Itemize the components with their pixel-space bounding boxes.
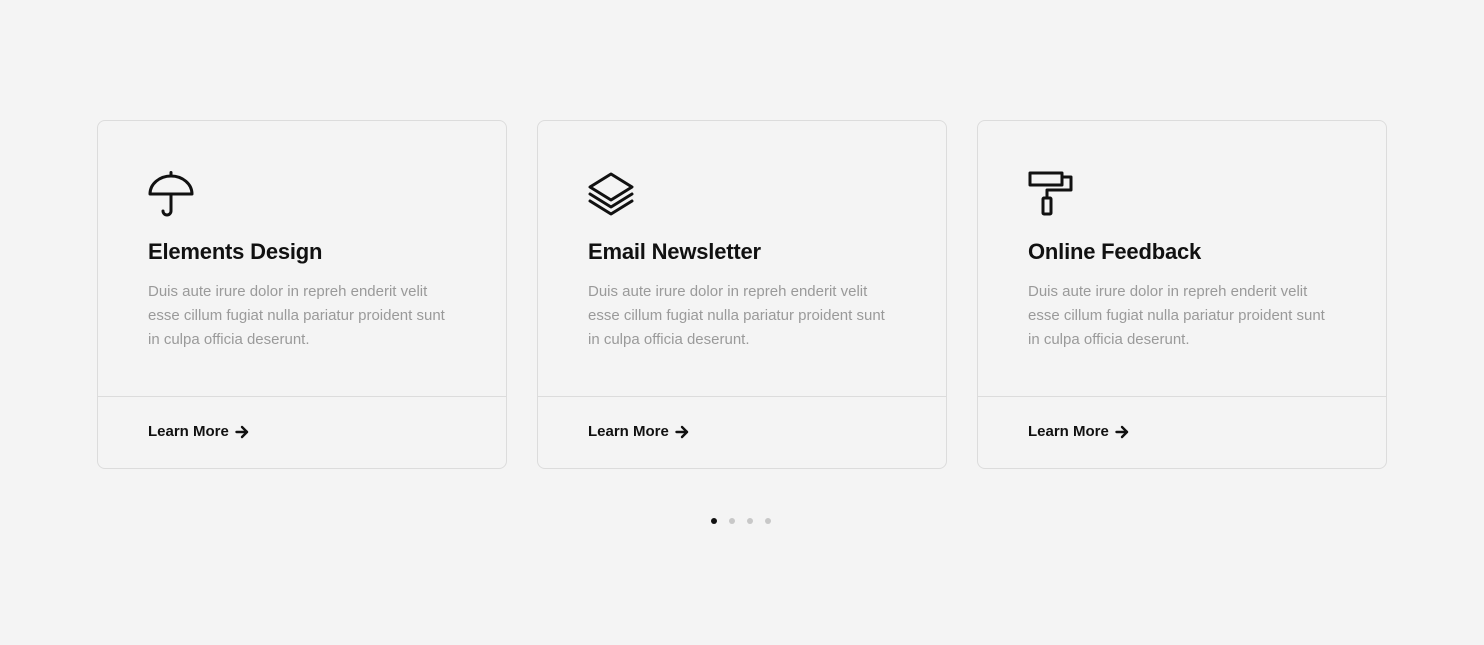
- card-title: Email Newsletter: [588, 239, 761, 264]
- paint-roller-icon: [1028, 171, 1074, 217]
- card-description: Duis aute irure dolor in repreh enderit …: [588, 283, 885, 348]
- learn-more-link[interactable]: Learn More: [1028, 423, 1129, 440]
- carousel-pagination: [711, 518, 771, 524]
- services-carousel: Elements Design Duis aute irure dolor in…: [97, 120, 1387, 469]
- pagination-dot[interactable]: [729, 518, 735, 524]
- arrow-right-icon: [1115, 425, 1129, 439]
- arrow-right-icon: [675, 425, 689, 439]
- card-title: Elements Design: [148, 239, 323, 264]
- arrow-right-icon: [235, 425, 249, 439]
- service-card: Online Feedback Duis aute irure dolor in…: [977, 120, 1387, 469]
- layers-icon: [588, 171, 634, 217]
- card-divider: [98, 396, 506, 397]
- learn-more-link[interactable]: Learn More: [588, 423, 689, 440]
- card-divider: [538, 396, 946, 397]
- learn-more-link[interactable]: Learn More: [148, 423, 249, 440]
- card-divider: [978, 396, 1386, 397]
- card-description: Duis aute irure dolor in repreh enderit …: [148, 283, 445, 348]
- learn-more-label: Learn More: [588, 423, 669, 440]
- pagination-dot[interactable]: [765, 518, 771, 524]
- service-card: Email Newsletter Duis aute irure dolor i…: [537, 120, 947, 469]
- learn-more-label: Learn More: [148, 423, 229, 440]
- pagination-dot[interactable]: [747, 518, 753, 524]
- card-title: Online Feedback: [1028, 239, 1202, 264]
- learn-more-label: Learn More: [1028, 423, 1109, 440]
- service-card: Elements Design Duis aute irure dolor in…: [97, 120, 507, 469]
- pagination-dot[interactable]: [711, 518, 717, 524]
- card-description: Duis aute irure dolor in repreh enderit …: [1028, 283, 1325, 348]
- umbrella-icon: [148, 171, 194, 217]
